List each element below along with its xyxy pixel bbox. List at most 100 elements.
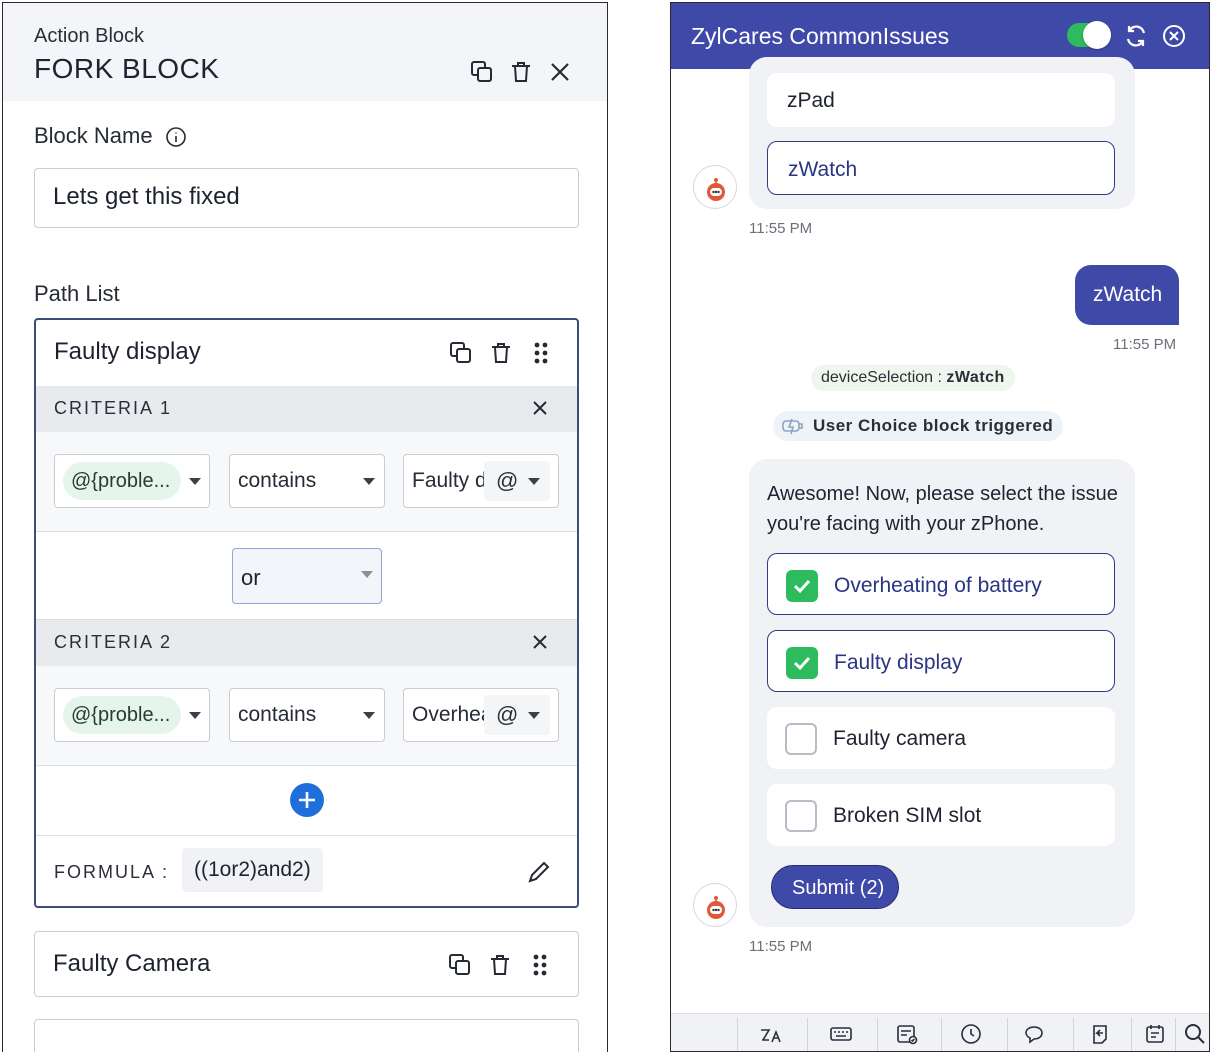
mention-selector[interactable]: @	[484, 695, 550, 735]
bot-avatar-icon	[693, 165, 737, 209]
close-circle-icon[interactable]	[1161, 23, 1187, 49]
trash-icon[interactable]	[508, 59, 534, 85]
timestamp: 11:55 PM	[749, 938, 813, 955]
divider	[1175, 1018, 1176, 1051]
path-list-label: Path List	[34, 281, 120, 306]
divider	[807, 1018, 808, 1051]
clock-icon[interactable]	[959, 1022, 983, 1046]
trash-icon[interactable]	[488, 340, 514, 366]
toggle-knob	[1083, 21, 1111, 49]
translate-icon[interactable]	[759, 1022, 783, 1046]
checkbox-checked[interactable]	[786, 647, 818, 679]
value-text: Overhea	[412, 703, 492, 726]
option-zwatch[interactable]: zWatch	[767, 141, 1115, 195]
joiner-value: or	[241, 565, 261, 590]
operator-select[interactable]: contains	[229, 454, 385, 508]
chat-preview-panel: ZylCares CommonIssues zPad zWatch 11:55 …	[670, 2, 1210, 1052]
chevron-down-icon	[528, 712, 540, 719]
block-name-input[interactable]: Lets get this fixed	[34, 168, 579, 228]
trigger-pill: User Choice block triggered	[773, 411, 1064, 441]
path-title: Faulty display	[54, 338, 201, 365]
close-icon[interactable]	[547, 59, 573, 85]
checkbox-unchecked[interactable]	[785, 723, 817, 755]
back-icon[interactable]	[1089, 1022, 1113, 1046]
close-icon[interactable]	[529, 397, 551, 419]
variable-select[interactable]: @{proble...	[54, 688, 210, 742]
trigger-text: User Choice block triggered	[813, 416, 1054, 435]
joiner-row: or	[36, 532, 577, 620]
at-icon: @	[496, 702, 519, 727]
form-icon[interactable]	[895, 1022, 919, 1046]
issue-option-display[interactable]: Faulty display	[767, 630, 1115, 692]
mention-selector[interactable]: @	[484, 461, 550, 501]
variable-value: zWatch	[946, 369, 1005, 386]
operator-value: contains	[238, 703, 317, 726]
criteria-header: CRITERIA 2	[36, 620, 577, 666]
copy-icon[interactable]	[447, 952, 473, 978]
path-card-partial[interactable]	[34, 1019, 579, 1052]
issue-option-sim[interactable]: Broken SIM slot	[767, 784, 1115, 846]
bot-prompt: Awesome! Now, please select the issue yo…	[767, 483, 1118, 535]
chevron-down-icon	[189, 478, 201, 485]
value-text: Faulty d	[412, 469, 487, 492]
divider	[877, 1018, 878, 1051]
variable-select[interactable]: @{proble...	[54, 454, 210, 508]
formula-label: FORMULA :	[54, 862, 170, 882]
variable-key: deviceSelection :	[821, 369, 947, 386]
drag-handle-icon[interactable]	[527, 952, 553, 978]
joiner-select[interactable]: or	[232, 548, 382, 604]
chevron-down-icon	[189, 712, 201, 719]
block-name-label: Block Name	[34, 123, 186, 149]
chevron-down-icon	[361, 571, 373, 578]
chevron-down-icon	[363, 478, 375, 485]
pencil-icon[interactable]	[526, 859, 552, 885]
copy-icon[interactable]	[469, 59, 495, 85]
panel-header: Action Block FORK BLOCK	[3, 3, 607, 101]
chat-toolbar	[671, 1013, 1209, 1051]
value-select[interactable]: Overhea @	[403, 688, 559, 742]
path-card-faulty-display[interactable]: Faulty display CRITERIA 1 @{proble... co…	[34, 318, 579, 908]
close-icon[interactable]	[529, 631, 551, 653]
chat-title: ZylCares CommonIssues	[691, 23, 950, 49]
divider	[1073, 1018, 1074, 1051]
option-zpad[interactable]: zPad	[767, 73, 1115, 127]
issue-label: Faulty camera	[833, 727, 967, 750]
panel-title: FORK BLOCK	[34, 53, 220, 84]
operator-select[interactable]: contains	[229, 688, 385, 742]
option-label: zWatch	[788, 158, 858, 181]
drag-handle-icon[interactable]	[528, 340, 554, 366]
issue-label: Faulty display	[834, 651, 963, 674]
at-icon: @	[496, 468, 519, 493]
issue-label: Overheating of battery	[834, 574, 1042, 597]
checkbox-checked[interactable]	[786, 570, 818, 602]
fork-block-panel: Action Block FORK BLOCK Block Name Lets …	[2, 2, 608, 1052]
info-icon[interactable]	[165, 126, 187, 148]
check-icon	[793, 656, 811, 671]
trigger-icon	[781, 416, 805, 436]
variable-chip: @{proble...	[63, 462, 181, 500]
operator-value: contains	[238, 469, 317, 492]
path-card-faulty-camera[interactable]: Faulty Camera	[34, 931, 579, 997]
checkbox-unchecked[interactable]	[785, 800, 817, 832]
notes-icon[interactable]	[1143, 1022, 1167, 1046]
variable-chip: @{proble...	[63, 696, 181, 734]
user-message-bubble: zWatch	[1075, 265, 1179, 325]
issue-option-camera[interactable]: Faulty camera	[767, 707, 1115, 769]
copy-icon[interactable]	[448, 340, 474, 366]
submit-button[interactable]: Submit (2)	[771, 865, 899, 909]
criteria-label: CRITERIA 1	[54, 398, 173, 418]
path-title: Faulty Camera	[53, 950, 211, 977]
bot-avatar-icon	[693, 883, 737, 927]
divider	[1131, 1018, 1132, 1051]
keyboard-icon[interactable]	[829, 1022, 853, 1046]
device-options-bubble: zPad zWatch	[749, 57, 1135, 209]
search-icon[interactable]	[1183, 1022, 1207, 1046]
chat-icon[interactable]	[1023, 1022, 1047, 1046]
trash-icon[interactable]	[487, 952, 513, 978]
check-icon	[793, 579, 811, 594]
bot-toggle[interactable]	[1067, 21, 1111, 49]
refresh-icon[interactable]	[1123, 23, 1149, 49]
value-select[interactable]: Faulty d @	[403, 454, 559, 508]
issue-option-overheating[interactable]: Overheating of battery	[767, 553, 1115, 615]
criteria-header: CRITERIA 1	[36, 386, 577, 432]
